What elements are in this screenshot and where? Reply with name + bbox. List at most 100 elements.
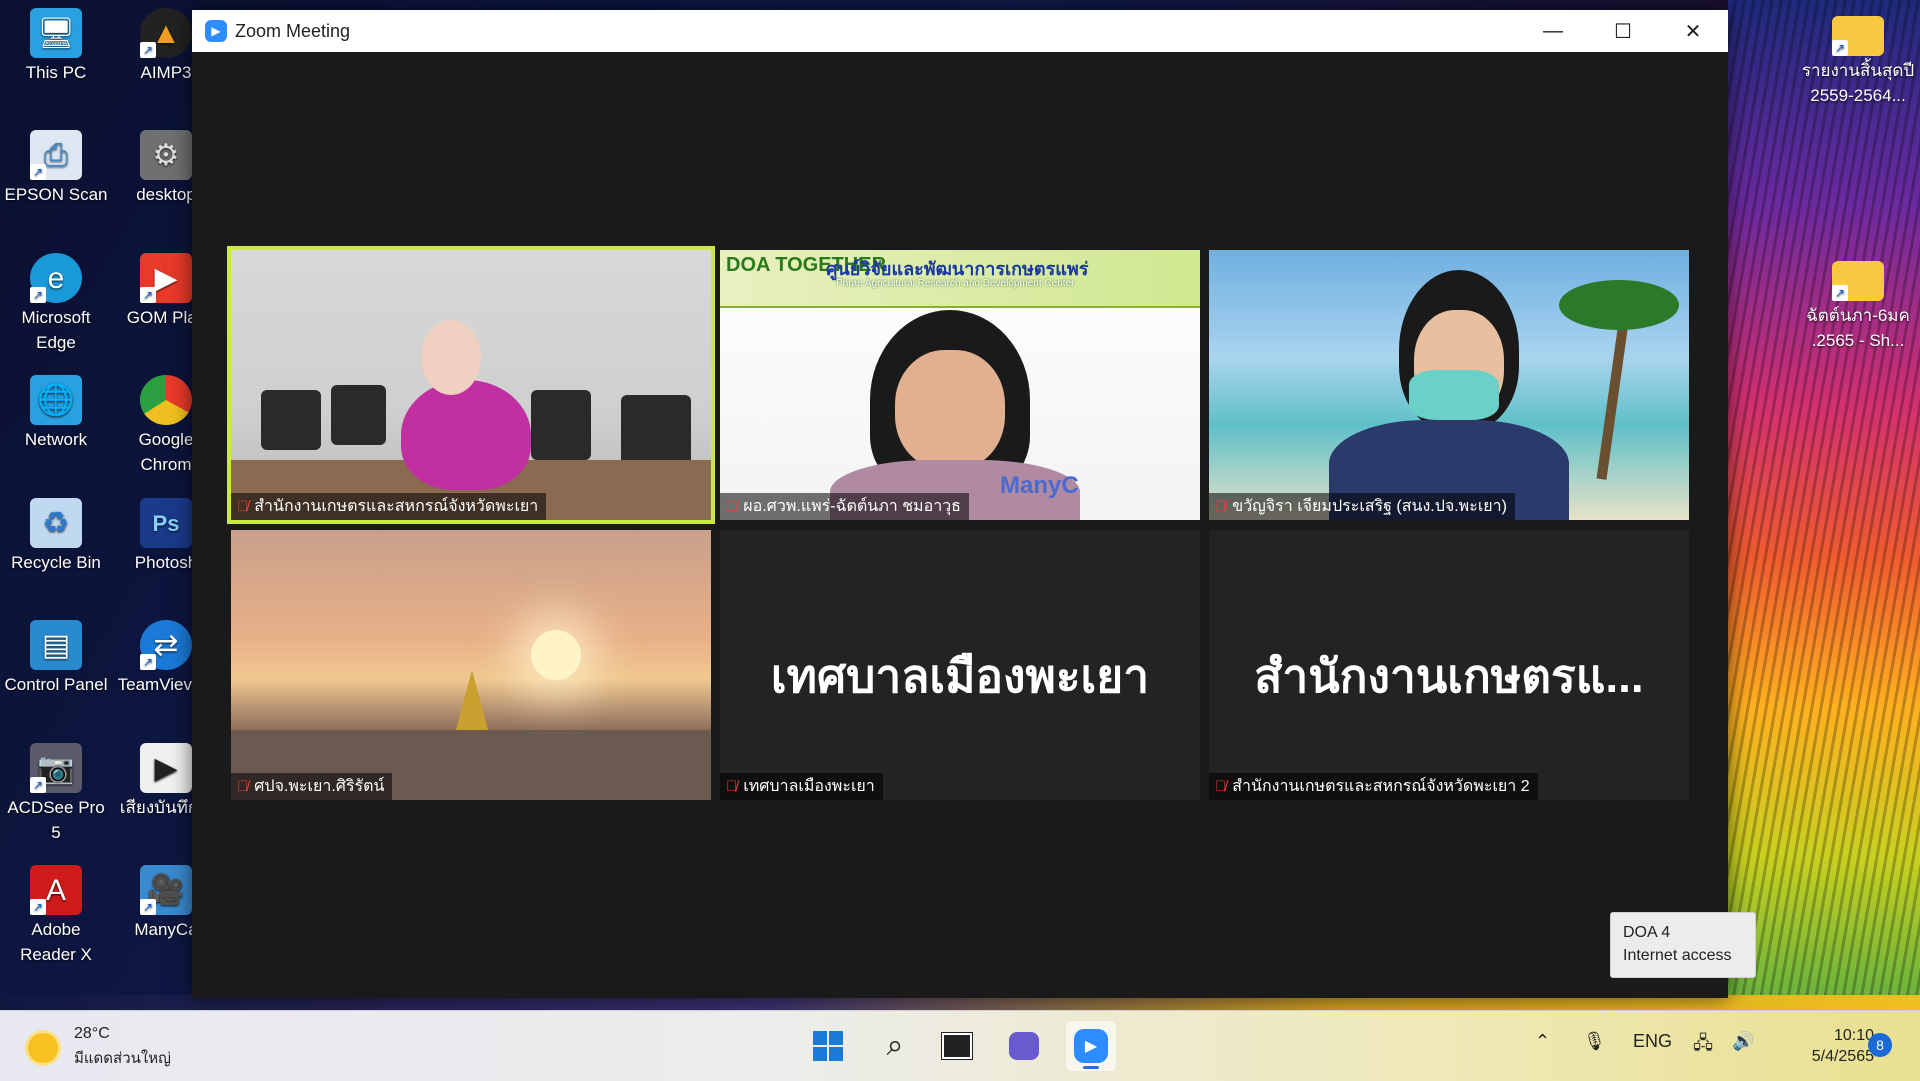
task-view-button[interactable] xyxy=(932,1021,982,1071)
folder-icon: ↗ xyxy=(1832,16,1884,56)
weather-widget[interactable]: 28°C มีแดดส่วนใหญ่ xyxy=(28,1025,171,1070)
pagoda xyxy=(456,670,488,730)
zoom-taskbar-button[interactable]: ▶ xyxy=(1066,1021,1116,1071)
control-panel-icon: ▤ xyxy=(30,620,82,670)
clock[interactable]: 10:10 5/4/2565 xyxy=(1768,1025,1874,1067)
volume-icon[interactable]: 🔊 xyxy=(1732,1031,1754,1052)
participant-name-tag: 🎙̸ เทศบาลเมืองพะเยา xyxy=(720,773,883,800)
sun xyxy=(531,630,581,680)
aimp-icon: ▲ ↗ xyxy=(140,8,192,58)
manycam-icon: 🎥 ↗ xyxy=(140,865,192,915)
mic-muted-icon: 🎙̸ xyxy=(1215,498,1227,515)
microphone-icon[interactable]: 🎙 xyxy=(1583,1031,1606,1052)
shortcut-arrow-icon: ↗ xyxy=(140,654,156,670)
shortcut-arrow-icon: ↗ xyxy=(30,777,46,793)
recycle-bin-icon: ♻ xyxy=(30,498,82,548)
shortcut-arrow-icon: ↗ xyxy=(140,42,156,58)
participant-tile[interactable]: 🎙̸ ขวัญจิรา เจียมประเสริฐ (สนง.ปจ.พะเยา) xyxy=(1209,250,1689,520)
folder-icon: ↗ xyxy=(1832,261,1884,301)
shortcut-arrow-icon: ↗ xyxy=(30,899,46,915)
window-title: Zoom Meeting xyxy=(235,20,351,41)
network-icon: 🌐 xyxy=(30,375,82,425)
desktop-icon-folder-report[interactable]: ↗ รายงานสิ้นสุดปี 2559-2564... xyxy=(1796,8,1920,108)
shortcut-arrow-icon: ↗ xyxy=(30,164,46,180)
shortcut-arrow-icon: ↗ xyxy=(140,287,156,303)
participant-face xyxy=(421,320,481,395)
search-button[interactable]: ⌕ xyxy=(870,1021,920,1071)
show-hidden-icons-button[interactable]: ⌃ xyxy=(1535,1031,1550,1052)
desktop-icon-recycle-bin[interactable]: ♻ Recycle Bin xyxy=(2,498,110,575)
teamviewer-icon: ⇄ ↗ xyxy=(140,620,192,670)
chair xyxy=(331,385,386,445)
participant-face xyxy=(895,350,1005,470)
participant-tile[interactable]: 🎙̸ ศปจ.พะเยา.ศิริรัตน์ xyxy=(231,530,711,800)
start-button[interactable] xyxy=(803,1021,853,1071)
chair xyxy=(621,395,691,465)
shortcut-arrow-icon: ↗ xyxy=(30,287,46,303)
chair xyxy=(261,390,321,450)
edge-icon: e ↗ xyxy=(30,253,82,303)
chrome-icon xyxy=(140,375,192,425)
doa-banner: DOA TOGETHER ศูนย์วิจัยและพัฒนาการเกษตรแ… xyxy=(720,250,1200,308)
windows-logo-icon xyxy=(813,1031,843,1061)
shortcut-arrow-icon: ↗ xyxy=(1832,285,1848,301)
participant-tile[interactable]: 🎙̸ สำนักงานเกษตรและสหกรณ์จังหวัดพะเยา xyxy=(227,246,715,524)
desktop-icon-this-pc[interactable]: 🖥 This PC xyxy=(2,8,110,85)
title-bar[interactable]: ▶ Zoom Meeting — ☐ ✕ xyxy=(192,10,1728,52)
close-button[interactable]: ✕ xyxy=(1658,10,1728,52)
zoom-logo-icon: ▶ xyxy=(205,20,227,42)
participant-name-tag: 🎙̸ สำนักงานเกษตรและสหกรณ์จังหวัดพะเยา xyxy=(231,493,547,520)
desktop-icon-folder-share[interactable]: ↗ ฉัตต์นภา-6มค .2565 - Sh... xyxy=(1796,253,1920,353)
video-file-icon: ▶ xyxy=(140,743,192,793)
photoshop-icon: Ps xyxy=(140,498,192,548)
mic-muted-icon: 🎙̸ xyxy=(726,778,738,795)
participant-name-tag: 🎙̸ ศปจ.พะเยา.ศิริรัตน์ xyxy=(231,773,393,800)
participant-display-name: สำนักงานเกษตรแ... xyxy=(1254,650,1644,702)
wallpaper xyxy=(1728,0,1920,1010)
participant-tile[interactable]: เทศบาลเมืองพะเยา 🎙̸ เทศบาลเมืองพะเยา xyxy=(720,530,1200,800)
mic-muted-icon: 🎙̸ xyxy=(237,778,249,795)
task-view-icon xyxy=(941,1032,973,1060)
search-icon: ⌕ xyxy=(886,1029,904,1062)
notification-badge[interactable]: 8 xyxy=(1868,1033,1892,1057)
language-indicator[interactable]: ENG xyxy=(1633,1031,1672,1052)
zoom-icon: ▶ xyxy=(1074,1029,1108,1063)
minimize-button[interactable]: — xyxy=(1518,10,1588,52)
desktop-icon-control-panel[interactable]: ▤ Control Panel xyxy=(2,620,110,697)
camera-icon: 📷 ↗ xyxy=(30,743,82,793)
network-icon[interactable]: 🖧 xyxy=(1693,1031,1713,1061)
gear-file-icon: ⚙ xyxy=(140,130,192,180)
teams-chat-button[interactable] xyxy=(999,1021,1049,1071)
clock-time: 10:10 xyxy=(1833,1027,1874,1044)
network-tooltip: DOA 4 Internet access xyxy=(1610,912,1756,978)
shortcut-arrow-icon: ↗ xyxy=(1832,40,1848,56)
desktop-icon-network[interactable]: 🌐 Network xyxy=(2,375,110,452)
scanner-icon: ⎙ ↗ xyxy=(30,130,82,180)
mic-muted-icon: 🎙̸ xyxy=(237,498,249,515)
chair xyxy=(531,390,591,460)
zoom-window: ▶ Zoom Meeting — ☐ ✕ 🎙̸ สำนักงานเกษตรและ… xyxy=(192,10,1728,998)
participant-name-tag: 🎙̸ ขวัญจิรา เจียมประเสริฐ (สนง.ปจ.พะเยา) xyxy=(1209,493,1515,520)
sun-icon xyxy=(28,1032,58,1063)
maximize-button[interactable]: ☐ xyxy=(1588,10,1658,52)
manycam-overlay: ManyC xyxy=(1000,472,1079,499)
banner-subtitle: Phrae Agricultural Research and Developm… xyxy=(836,278,1075,289)
participant-tile[interactable]: สำนักงานเกษตรแ... 🎙̸ สำนักงานเกษตรและสหก… xyxy=(1209,530,1689,800)
participant-tile[interactable]: DOA TOGETHER ศูนย์วิจัยและพัฒนาการเกษตรแ… xyxy=(720,250,1200,520)
participant-body xyxy=(401,380,531,490)
mic-muted-icon: 🎙̸ xyxy=(726,498,738,515)
desktop-icon-acdsee[interactable]: 📷 ↗ ACDSee Pro 5 xyxy=(2,743,110,845)
desktop-icon-adobe-reader[interactable]: A ↗ Adobe Reader X xyxy=(2,865,110,967)
chat-icon xyxy=(1009,1032,1039,1060)
gom-player-icon: ▶ ↗ xyxy=(140,253,192,303)
participant-name-tag: 🎙̸ สำนักงานเกษตรและสหกรณ์จังหวัดพะเยา 2 xyxy=(1209,773,1538,800)
desktop-icon-edge[interactable]: e ↗ Microsoft Edge xyxy=(2,253,110,355)
face-mask xyxy=(1409,370,1499,420)
clock-date: 5/4/2565 xyxy=(1811,1048,1874,1065)
taskbar: 28°C มีแดดส่วนใหญ่ ⌕ ▶ ⌃ 🎙 ENG 🖧 🔊 10:10… xyxy=(0,1010,1920,1081)
participant-display-name: เทศบาลเมืองพะเยา xyxy=(770,650,1150,702)
desktop-icon-epson-scan[interactable]: ⎙ ↗ EPSON Scan xyxy=(2,130,110,207)
weather-temperature: 28°C xyxy=(74,1025,110,1042)
shortcut-arrow-icon: ↗ xyxy=(140,899,156,915)
palm-tree xyxy=(1549,260,1679,480)
